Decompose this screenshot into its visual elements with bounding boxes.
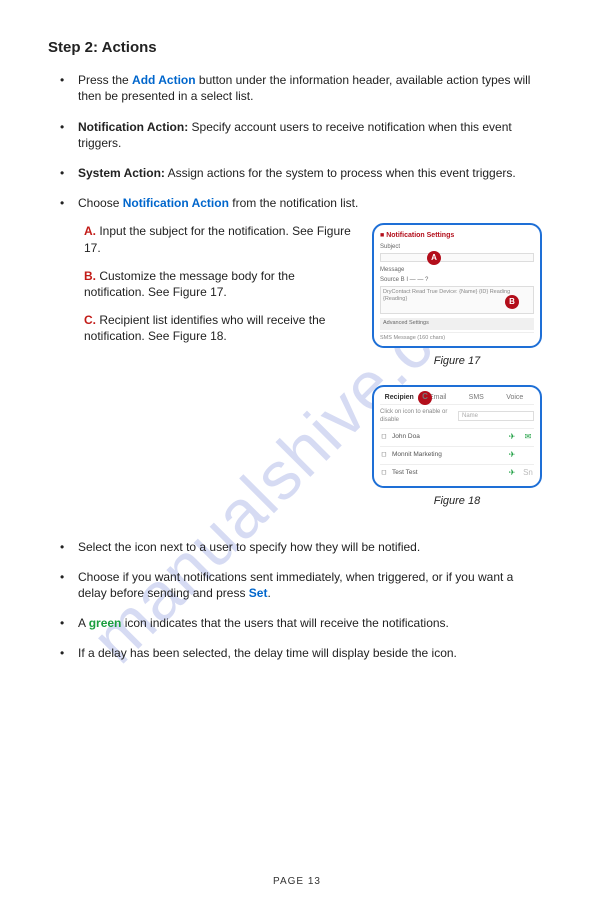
user-icon: ◻ — [380, 451, 388, 460]
figure-18-caption: Figure 18 — [372, 494, 542, 509]
badge-a: A — [427, 251, 441, 265]
green-text: green — [89, 616, 122, 630]
badge-c: C — [418, 391, 432, 405]
figure-18-box: Recipien Email SMS Voice C Click on icon… — [372, 385, 542, 488]
bullet-green-icon: A green icon indicates that the users th… — [78, 615, 546, 631]
set-link: Set — [249, 586, 268, 600]
recipient-row: ◻ Monnit Marketing ✈ — [380, 446, 534, 464]
letter-list: A. Input the subject for the notificatio… — [78, 223, 358, 344]
name-filter-mock: Name — [458, 411, 534, 421]
recipient-row: ◻ John Doa ✈ ✉ — [380, 428, 534, 446]
step-heading: Step 2: Actions — [48, 38, 546, 58]
letter-a: A. Input the subject for the notificatio… — [84, 223, 358, 255]
badge-b: B — [505, 295, 519, 309]
letter-b: B. Customize the message body for the no… — [84, 268, 358, 300]
recipient-row: ◻ Test Test ✈ Sn — [380, 464, 534, 482]
enable-hint: Click on icon to enable or disable Name — [380, 408, 534, 424]
bullet-choose-notification: Choose Notification Action from the noti… — [78, 195, 546, 524]
main-list: Press the Add Action button under the in… — [48, 72, 546, 661]
user-icon: ◻ — [380, 469, 388, 478]
bullet-notification-action: Notification Action: Specify account use… — [78, 119, 546, 151]
bullet-select-icon: Select the icon next to a user to specif… — [78, 539, 546, 555]
bullet-delay-set: Choose if you want notifications sent im… — [78, 569, 546, 601]
bullet-system-action: System Action: Assign actions for the sy… — [78, 165, 546, 181]
subject-input-mock: A — [380, 253, 534, 262]
delay-text: Sn — [522, 468, 534, 479]
notification-action-link: Notification Action — [123, 196, 229, 210]
user-icon: ◻ — [380, 433, 388, 442]
add-action-link: Add Action — [132, 73, 196, 87]
message-body-mock: DryContact Read True Device: {Name} {ID}… — [380, 286, 534, 314]
page-content: Step 2: Actions Press the Add Action but… — [48, 38, 546, 662]
editor-toolbar-mock: Source B I — — ? — [380, 276, 534, 284]
send-icon: ✈ — [506, 468, 518, 479]
bullet-delay-display: If a delay has been selected, the delay … — [78, 645, 546, 661]
figure-17-box: ■ Notification Settings Subject A Messag… — [372, 223, 542, 348]
send-icon: ✈ — [506, 450, 518, 461]
figure-17-caption: Figure 17 — [372, 354, 542, 369]
send-icon: ✈ — [506, 432, 518, 443]
recipient-tabs: Recipien Email SMS Voice C — [380, 393, 534, 405]
chat-icon: ✉ — [522, 432, 534, 443]
bullet-add-action: Press the Add Action button under the in… — [78, 72, 546, 104]
letter-c: C. Recipient list identifies who will re… — [84, 312, 358, 344]
page-number: PAGE 13 — [0, 875, 594, 889]
